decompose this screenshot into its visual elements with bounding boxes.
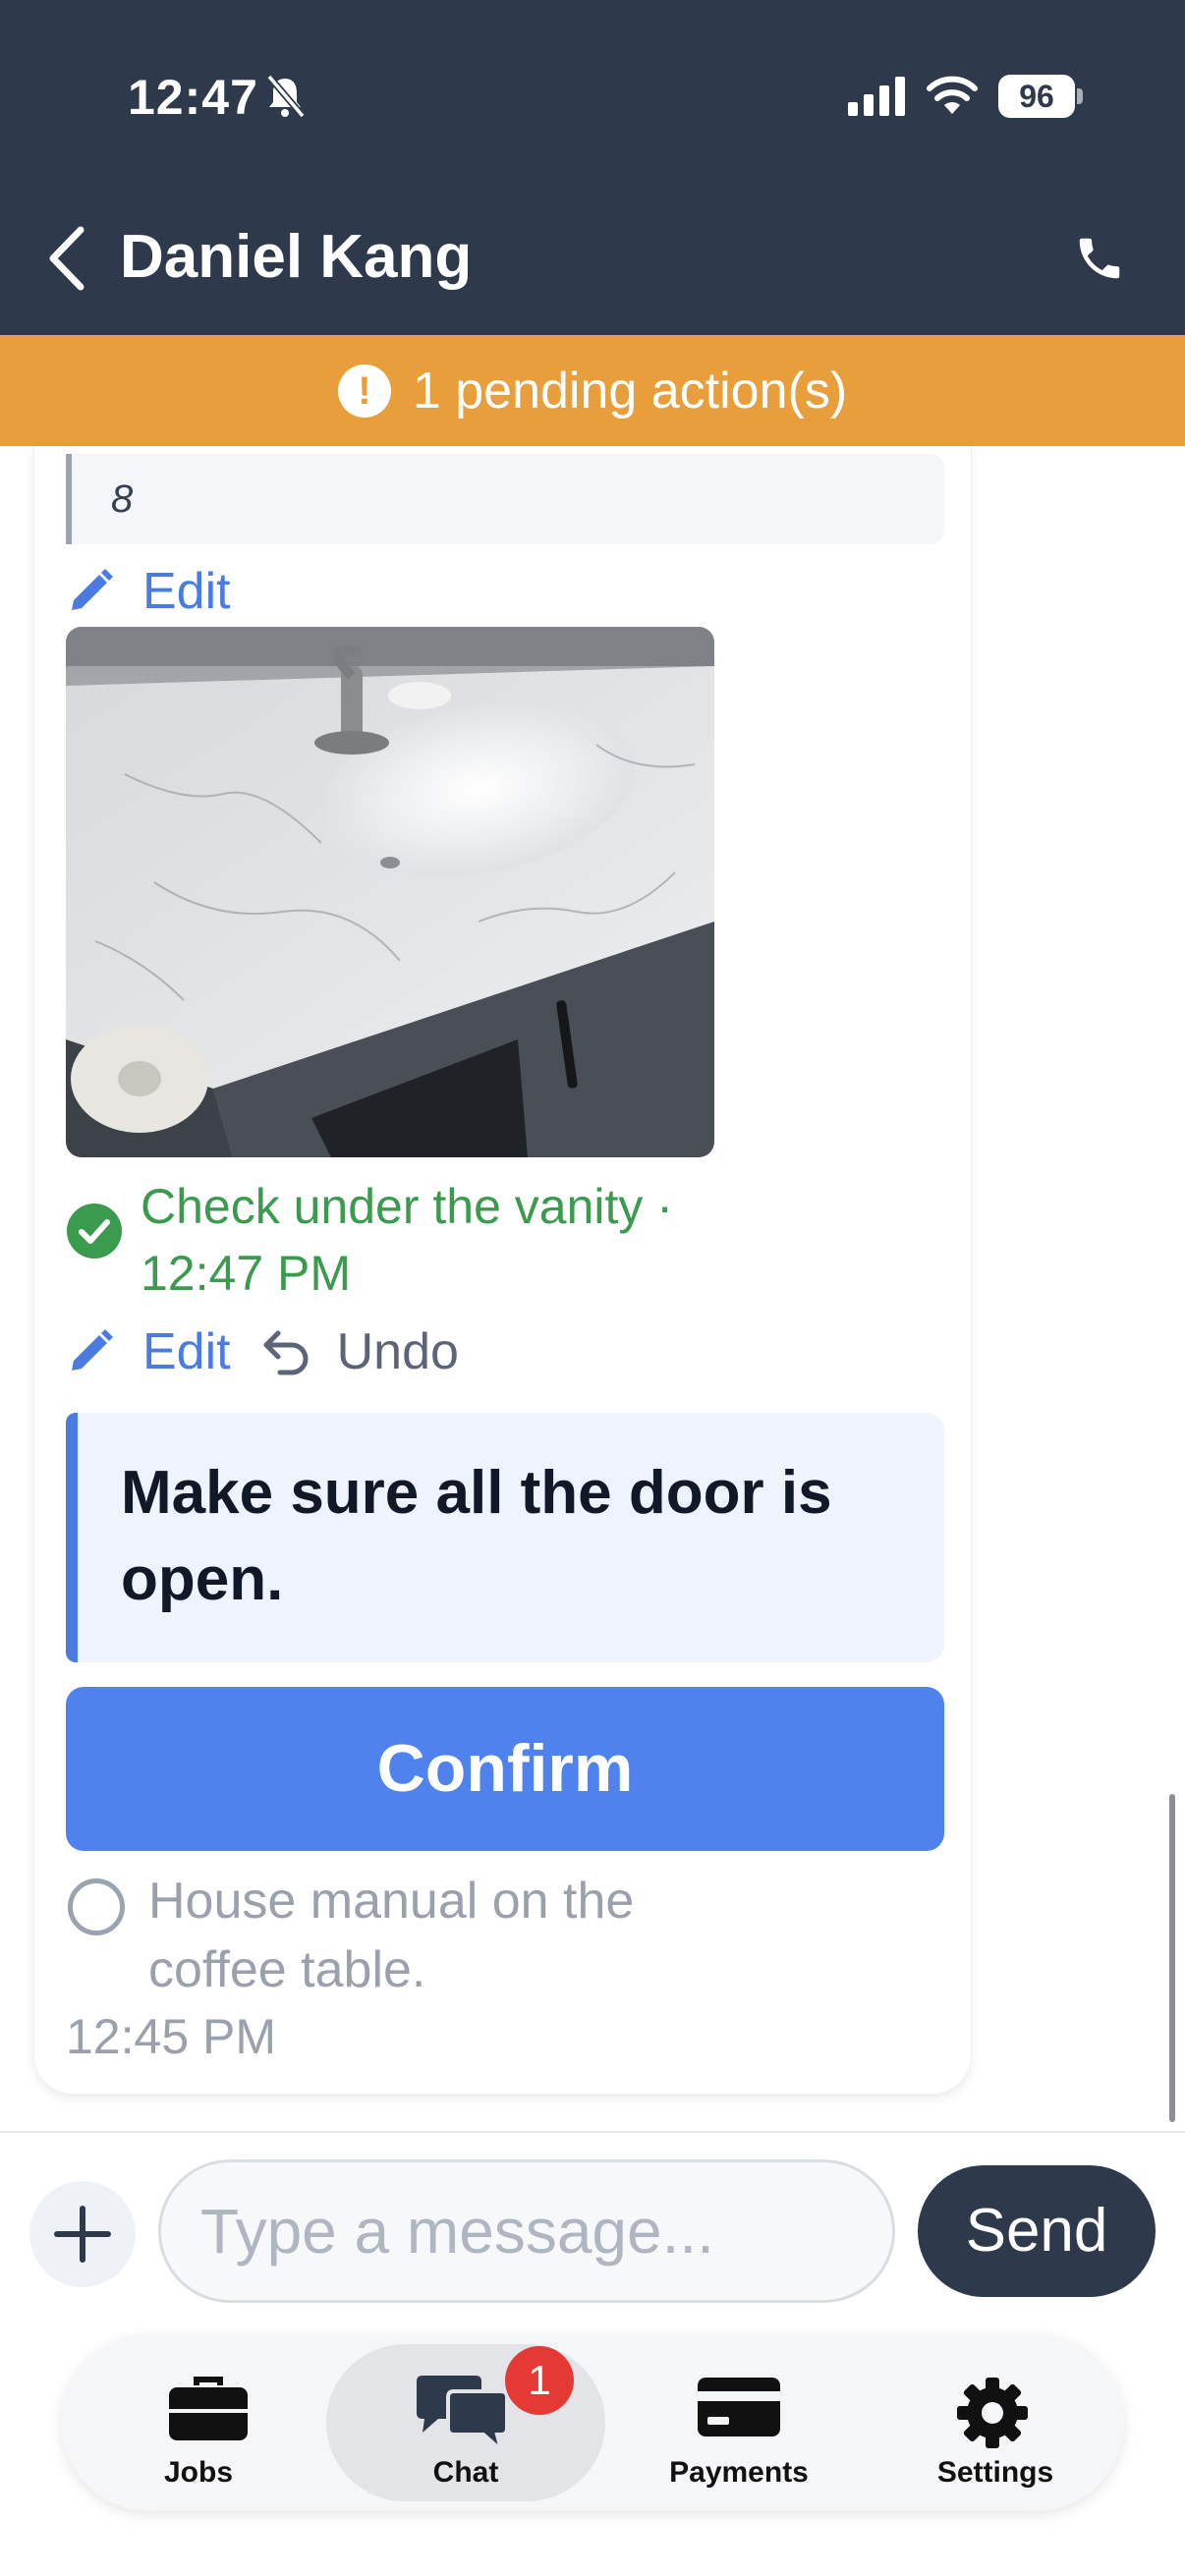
completed-item-text: Check under the vanity · 12:47 PM: [141, 1179, 673, 1301]
alert-icon: !: [337, 364, 391, 418]
check-circle-icon: [67, 1204, 122, 1259]
empty-circle-icon[interactable]: [68, 1878, 125, 1935]
scrollbar[interactable]: [1169, 1794, 1175, 2122]
attach-button[interactable]: [29, 2181, 136, 2287]
bell-muted-icon: [266, 74, 306, 119]
pending-instruction: Make sure all the door is open.: [66, 1413, 944, 1662]
chat-bubbles-icon: [417, 2376, 509, 2454]
edit-undo-actions: Edit Undo: [66, 1322, 459, 1381]
tab-settings[interactable]: Settings: [867, 2334, 1124, 2511]
quoted-answer: 8: [66, 454, 944, 544]
status-time: 12:47: [128, 70, 258, 125]
vanity-photo[interactable]: [66, 627, 714, 1157]
message-card: 8 Edit Check under the vanity · 12:47 PM…: [33, 446, 972, 2095]
edit-button[interactable]: Edit: [142, 562, 231, 621]
confirm-button[interactable]: Confirm: [66, 1687, 944, 1851]
tab-label: Settings: [936, 2456, 1054, 2489]
undo-icon[interactable]: [260, 1325, 313, 1378]
back-chevron-icon[interactable]: [43, 224, 88, 293]
chat-unread-badge: 1: [505, 2346, 574, 2415]
briefcase-icon: [169, 2377, 248, 2440]
message-input[interactable]: [158, 2159, 895, 2303]
bottom-tab-bar: Jobs Chat 1 Payments Settings: [61, 2334, 1124, 2511]
edit-action[interactable]: Edit: [66, 562, 231, 621]
message-timestamp: 12:45 PM: [66, 2009, 277, 2064]
pending-actions-banner[interactable]: ! 1 pending action(s): [0, 335, 1185, 446]
signal-icon: [848, 77, 905, 116]
undo-button[interactable]: Undo: [337, 1322, 459, 1381]
edit-button[interactable]: Edit: [142, 1322, 231, 1381]
quoted-answer-text: 8: [111, 477, 134, 521]
tab-label: Chat: [432, 2456, 499, 2489]
battery-level: 96: [998, 75, 1075, 118]
phone-icon[interactable]: [1073, 232, 1126, 285]
credit-card-icon: [698, 2378, 780, 2436]
tab-payments[interactable]: Payments: [601, 2334, 876, 2511]
gear-icon: [957, 2378, 1028, 2448]
tab-label: Payments: [669, 2456, 809, 2489]
tab-jobs[interactable]: Jobs: [61, 2334, 336, 2511]
pencil-icon: [72, 569, 113, 610]
pending-item-text: House manual on the coffee table.: [148, 1873, 635, 1998]
send-button[interactable]: Send: [918, 2165, 1156, 2297]
instruction-text: Make sure all the door is open.: [121, 1459, 832, 1613]
battery-indicator: 96: [998, 75, 1083, 118]
wifi-icon: [927, 76, 978, 114]
plus-icon: [54, 2206, 111, 2263]
divider: [0, 2131, 1185, 2133]
pencil-icon: [72, 1329, 113, 1371]
contact-name: Daniel Kang: [120, 223, 473, 291]
pending-actions-text: 1 pending action(s): [412, 362, 848, 420]
app-header: 12:47 96 Daniel Kang: [0, 0, 1185, 335]
tab-label: Jobs: [163, 2456, 234, 2489]
